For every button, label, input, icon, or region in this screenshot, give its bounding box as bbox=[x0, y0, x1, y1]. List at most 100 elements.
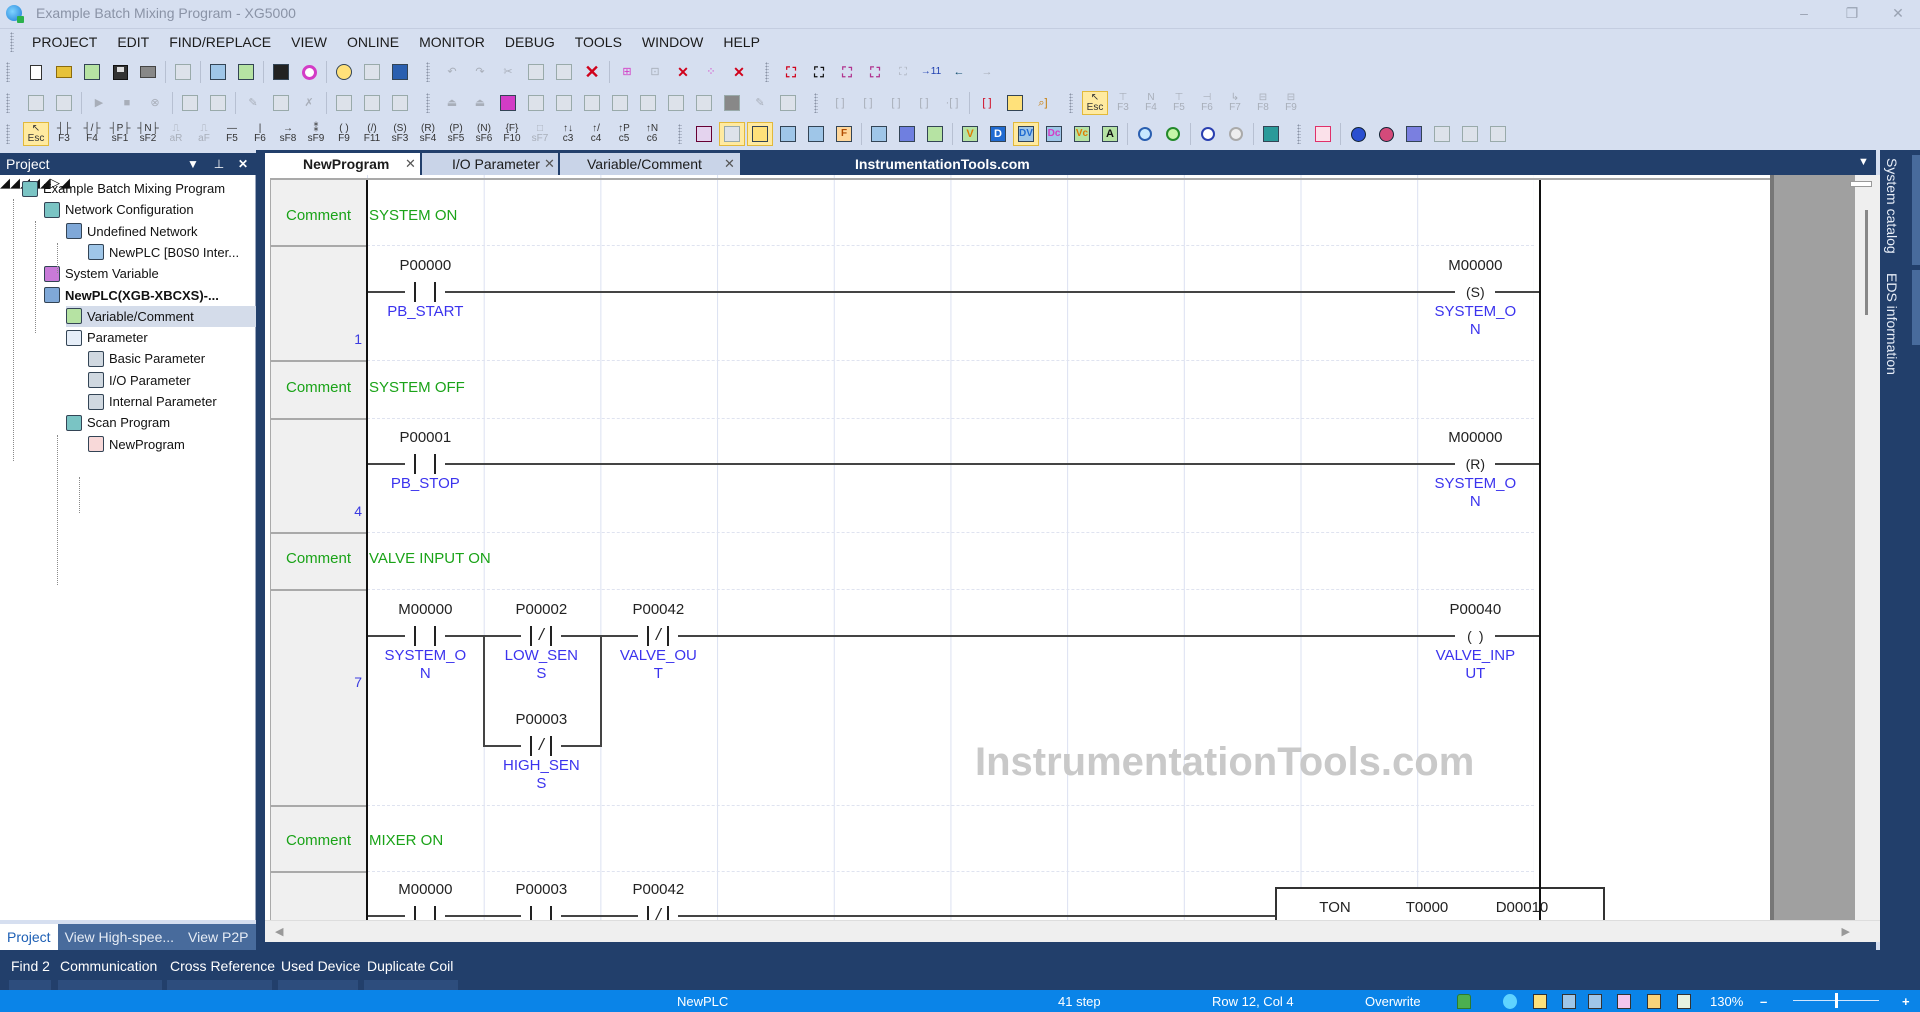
bookmark-clear-button[interactable] bbox=[1373, 122, 1399, 146]
vertical-scrollbar[interactable] bbox=[1855, 175, 1882, 920]
pause-button[interactable]: ⊗ bbox=[142, 91, 168, 115]
modify-run-write-button[interactable] bbox=[268, 91, 294, 115]
ladder-key-sf4[interactable]: (R) sF4 bbox=[415, 122, 441, 146]
ladder-key-f4[interactable]: N F4 bbox=[1138, 91, 1164, 115]
bookmark-prev-button[interactable] bbox=[1429, 122, 1455, 146]
normally-closed-contact[interactable]: / bbox=[521, 735, 562, 756]
modify-run-start-button[interactable]: ✎ bbox=[240, 91, 266, 115]
undo-button[interactable]: ↶ bbox=[439, 60, 465, 84]
tree-item[interactable]: NewPLC [B0S0 Inter... bbox=[88, 242, 239, 263]
ladder-key-f10[interactable]: {F} F10 bbox=[499, 122, 525, 146]
ladder-key-f6[interactable]: ⊣ F6 bbox=[1194, 91, 1220, 115]
monitor-window-button[interactable] bbox=[803, 122, 829, 146]
zoom-out-status-button[interactable]: – bbox=[1760, 994, 1767, 1009]
tree-item[interactable]: Basic Parameter bbox=[88, 348, 205, 369]
new-project-button[interactable] bbox=[23, 60, 49, 84]
tab-newprogram[interactable]: NewProgram ✕ bbox=[265, 153, 420, 175]
save-button[interactable] bbox=[107, 60, 133, 84]
result-window-button[interactable] bbox=[775, 122, 801, 146]
view-variable-button[interactable]: V bbox=[957, 122, 983, 146]
comment-button[interactable] bbox=[1310, 122, 1336, 146]
ladder-key-sf8[interactable]: → sF8 bbox=[275, 122, 301, 146]
toolbar-grip[interactable] bbox=[6, 124, 10, 144]
ladder-key-f6[interactable]: | F6 bbox=[247, 122, 273, 146]
bookmark-set-button[interactable] bbox=[1401, 122, 1427, 146]
view-all-button[interactable]: A bbox=[1097, 122, 1123, 146]
ladder-key-ar[interactable]: ⎍ aR bbox=[163, 122, 189, 146]
normally-closed-contact[interactable]: / bbox=[521, 625, 562, 646]
bookmark-remove-button[interactable] bbox=[1485, 122, 1511, 146]
view-device-comment-status-icon[interactable] bbox=[1617, 994, 1631, 1009]
normally-closed-contact[interactable]: / bbox=[638, 625, 679, 646]
pin-icon[interactable]: ⊥ bbox=[210, 155, 228, 173]
find-window-button[interactable]: F bbox=[831, 122, 857, 146]
toolbar-grip[interactable] bbox=[814, 93, 818, 113]
tab-cross-reference[interactable]: Cross Reference bbox=[170, 958, 275, 974]
menu-debug[interactable]: DEBUG bbox=[495, 34, 565, 50]
tab-view-p2p[interactable]: View P2P bbox=[181, 924, 255, 950]
ladder-key-sf1[interactable]: ┤P├ sF1 bbox=[107, 122, 133, 146]
breakpoint-condition-button[interactable]: ⌕] bbox=[1030, 91, 1056, 115]
tab-used-device[interactable]: Used Device bbox=[281, 958, 360, 974]
toolbar-grip[interactable] bbox=[6, 93, 10, 113]
set-breakpoint-button[interactable]: [ ] bbox=[974, 91, 1000, 115]
run-button[interactable]: ▶ bbox=[86, 91, 112, 115]
paste-button[interactable] bbox=[551, 60, 577, 84]
delete-button[interactable]: ✕ bbox=[579, 60, 605, 84]
scroll-split-handle[interactable] bbox=[1850, 181, 1872, 187]
tree-item[interactable]: Undefined Network bbox=[66, 221, 198, 242]
view-variable-comment-status-icon[interactable] bbox=[1647, 994, 1661, 1009]
ladder-key-f9[interactable]: ⊟ F9 bbox=[1278, 91, 1304, 115]
sequence-button[interactable] bbox=[296, 60, 322, 84]
view-device-comment-button[interactable]: Dc bbox=[1041, 122, 1067, 146]
tree-item[interactable]: Scan Program bbox=[66, 412, 170, 433]
clipboard-button[interactable] bbox=[170, 60, 196, 84]
bookmark-check-button[interactable] bbox=[1345, 122, 1371, 146]
ladder-key-f4[interactable]: ┤/├ F4 bbox=[79, 122, 105, 146]
menu-find-replace[interactable]: FIND/REPLACE bbox=[159, 34, 281, 50]
tree-item[interactable]: NewProgram bbox=[88, 434, 185, 455]
tab-find-2[interactable]: Find 2 bbox=[11, 958, 50, 974]
zoom-slider-thumb[interactable] bbox=[1835, 993, 1838, 1008]
scroll-right-icon[interactable]: ▶ bbox=[1842, 925, 1850, 938]
delete-row-button[interactable]: ✕ bbox=[670, 60, 696, 84]
menu-project[interactable]: PROJECT bbox=[22, 34, 107, 50]
tab-io-parameter[interactable]: I/O Parameter ✕ bbox=[422, 153, 558, 175]
set-coil[interactable]: (S) bbox=[1455, 282, 1496, 302]
view-device-status-icon[interactable] bbox=[1562, 994, 1576, 1009]
modify-run-end-button[interactable]: ✗ bbox=[296, 91, 322, 115]
menu-help[interactable]: HELP bbox=[713, 34, 770, 50]
ladder-key-sf6[interactable]: (N) sF6 bbox=[471, 122, 497, 146]
tree-item[interactable]: Internal Parameter bbox=[88, 391, 217, 412]
output-coil[interactable]: ( ) bbox=[1455, 626, 1496, 646]
menu-view[interactable]: VIEW bbox=[281, 34, 337, 50]
program-check-button[interactable] bbox=[1258, 122, 1284, 146]
normally-open-contact[interactable] bbox=[405, 282, 446, 302]
toolbar-grip[interactable] bbox=[6, 62, 10, 82]
open-from-plc-button[interactable] bbox=[79, 60, 105, 84]
ladder-key-esc[interactable]: ↖ Esc bbox=[23, 122, 49, 146]
connect-button[interactable] bbox=[205, 60, 231, 84]
plc-button-2[interactable]: ⏏ bbox=[467, 91, 493, 115]
tree-item[interactable]: NewPLC(XGB-XBCXS)-... bbox=[44, 285, 219, 306]
normally-open-contact[interactable] bbox=[405, 906, 446, 920]
tab-variable-comment[interactable]: Variable/Comment ✕ bbox=[560, 153, 740, 175]
ladder-key-f9[interactable]: ( ) F9 bbox=[331, 122, 357, 146]
print-button[interactable] bbox=[135, 60, 161, 84]
sso-button[interactable] bbox=[387, 60, 413, 84]
breakpoint-button-5[interactable]: ·[ ] bbox=[939, 91, 965, 115]
trend-button[interactable] bbox=[663, 91, 689, 115]
ladder-key-c3[interactable]: ↑↓ c3 bbox=[555, 122, 581, 146]
io-info-button[interactable] bbox=[359, 91, 385, 115]
ladder-key-f8[interactable]: ⊟ F8 bbox=[1250, 91, 1276, 115]
tab-view-high-speed[interactable]: View High-spee... bbox=[58, 924, 181, 950]
side-tab-eds-information[interactable]: EDS information bbox=[1884, 273, 1900, 375]
plc-history-button[interactable] bbox=[523, 91, 549, 115]
tree-item[interactable]: Example Batch Mixing Program bbox=[22, 178, 225, 199]
rung-comment[interactable]: SYSTEM OFF bbox=[369, 379, 465, 396]
back-button[interactable]: ← bbox=[946, 60, 972, 84]
help-button[interactable] bbox=[331, 60, 357, 84]
side-tab-system-catalog[interactable]: System catalog bbox=[1884, 158, 1900, 254]
ladder-key-c5[interactable]: ↑P c5 bbox=[611, 122, 637, 146]
minimize-button[interactable]: – bbox=[1784, 2, 1824, 24]
